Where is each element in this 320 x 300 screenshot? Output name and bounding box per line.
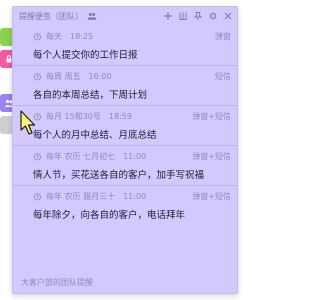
plus-icon[interactable] — [163, 11, 173, 21]
reminder-item[interactable]: 每月 15和30号 18:59 弹窗+短信 每个人的月中总结、月底总结 — [13, 105, 237, 145]
reminder-text: 每年除夕，向各自的客户，电话拜年 — [33, 210, 186, 221]
team-reminder-window: 提醒便签（团队） 每天 18:25 弹窗 每个人提交你的工作日报 每周 周五 1… — [12, 6, 238, 294]
title-actions — [163, 11, 233, 21]
reminder-text: 每个人提交你的工作日报 — [33, 50, 138, 61]
reminder-text: 各自的本周总结，下周计划 — [33, 90, 148, 101]
clock-icon — [33, 72, 42, 81]
reminder-kind: 弹窗 — [215, 31, 231, 41]
grid-icon[interactable] — [178, 11, 188, 21]
reminder-time: 18:25 — [70, 31, 94, 41]
reminder-kind: 弹窗+短信 — [192, 151, 231, 161]
reminder-item[interactable]: 每年 农历 腊月三十 11:00 弹窗+短信 每年除夕，向各自的客户，电话拜年 — [13, 185, 237, 225]
reminder-item[interactable]: 每年 农历 七月初七 11:00 弹窗+短信 情人节，买花送各自的客户，加手写祝… — [13, 145, 237, 185]
reminder-date: 每年 农历 七月初七 — [46, 151, 116, 161]
title-bar[interactable]: 提醒便签（团队） — [13, 7, 237, 25]
reminder-list: 每天 18:25 弹窗 每个人提交你的工作日报 每周 周五 16:00 短信 各… — [13, 25, 237, 225]
close-icon[interactable] — [223, 11, 233, 21]
reminder-text: 情人节，买花送各自的客户，加手写祝福 — [33, 170, 205, 181]
reminder-text: 每个人的月中总结、月底总结 — [33, 130, 157, 141]
clock-icon — [33, 32, 42, 41]
group-icon — [87, 11, 97, 21]
reminder-item[interactable]: 每天 18:25 弹窗 每个人提交你的工作日报 — [13, 25, 237, 65]
reminder-date: 每月 15和30号 — [46, 111, 101, 121]
reminder-time: 18:59 — [108, 111, 132, 121]
reminder-time: 16:00 — [88, 71, 112, 81]
reminder-kind: 弹窗+短信 — [192, 191, 231, 201]
window-title: 提醒便签（团队） — [19, 11, 83, 21]
reminder-kind: 短信 — [215, 71, 231, 81]
pin-icon[interactable] — [193, 11, 203, 21]
mouse-cursor-icon — [20, 110, 36, 135]
reminder-date: 每周 周五 — [46, 71, 81, 81]
reminder-time: 11:00 — [123, 151, 147, 161]
footer-note: 大客户部的团队提醒 — [21, 278, 93, 287]
reminder-time: 11:00 — [123, 191, 147, 201]
reminder-kind: 弹窗+短信 — [192, 111, 231, 121]
reminder-date: 每年 农历 腊月三十 — [46, 191, 116, 201]
clock-icon — [33, 152, 42, 161]
gear-icon[interactable] — [208, 11, 218, 21]
reminder-date: 每天 — [46, 31, 62, 41]
clock-icon — [33, 192, 42, 201]
reminder-item[interactable]: 每周 周五 16:00 短信 各自的本周总结，下周计划 — [13, 65, 237, 105]
